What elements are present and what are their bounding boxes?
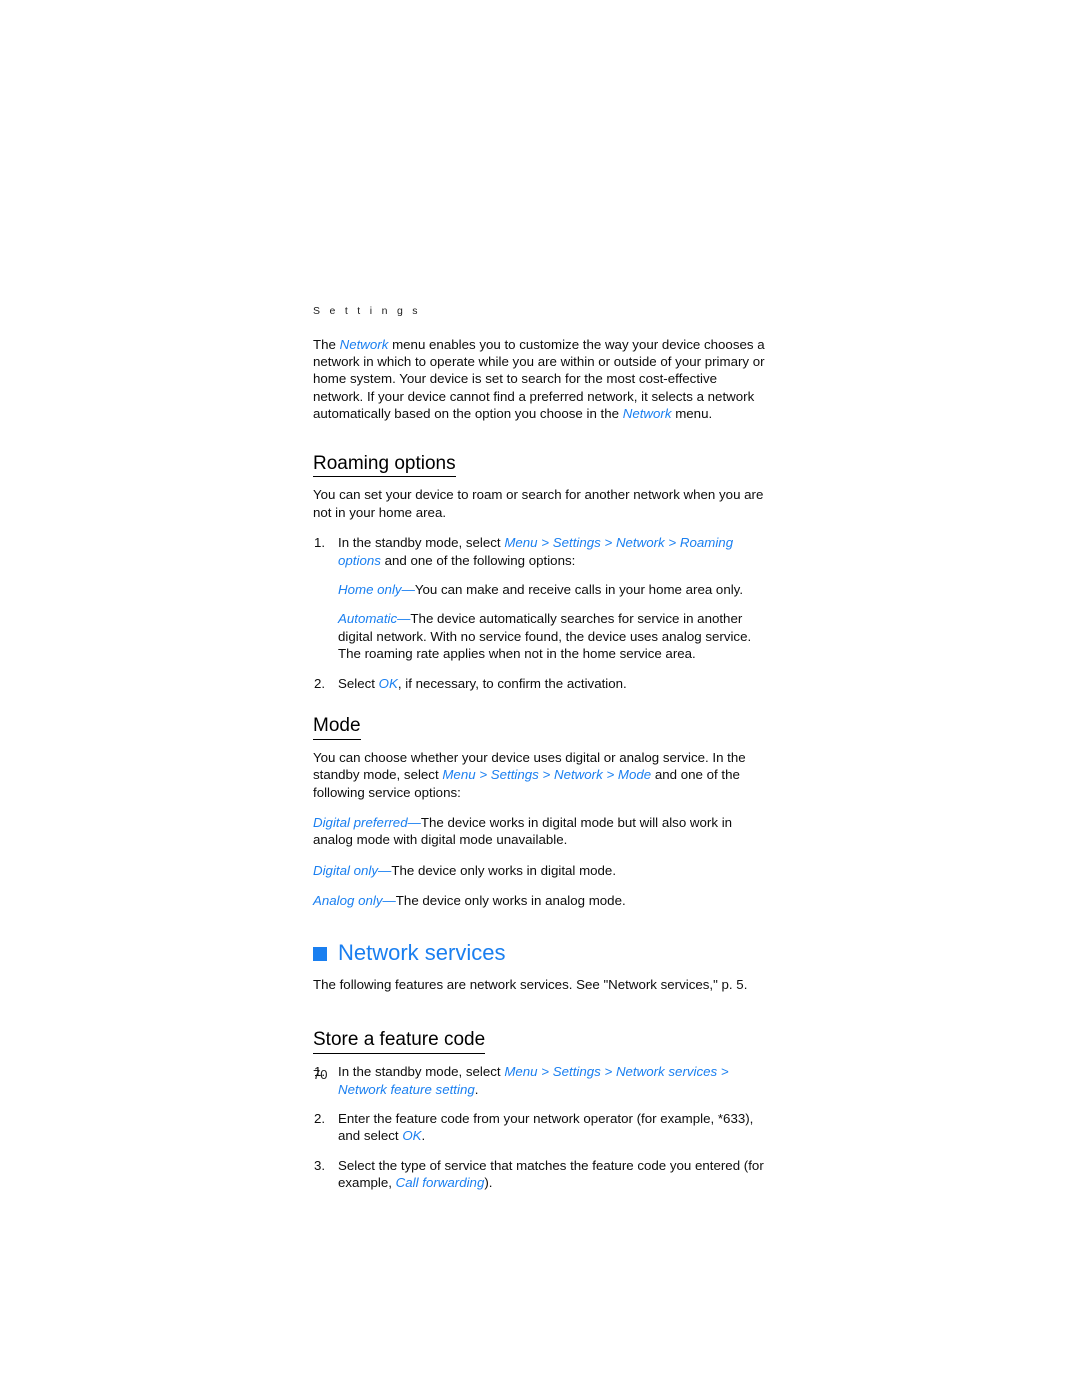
step-text-a: In the standby mode, select [338,535,505,551]
option-term: Analog only [313,893,383,909]
menu-path-settings: Settings [552,535,601,551]
step-text-b: . [421,1128,426,1144]
step-number: 2. [314,675,326,691]
term-ok: OK [402,1128,422,1144]
intro-term-network: Network [339,336,389,352]
option-term: Home only [338,582,402,597]
option-term: Digital preferred [313,815,408,830]
heading-mode: Mode [313,714,361,740]
option-description: You can make and receive calls in your h… [414,582,744,597]
mode-option-digital-preferred: Digital preferred—The device works in di… [313,814,768,849]
menu-path-menu: Menu [442,767,476,783]
roaming-heading-wrap: Roaming options [313,436,768,487]
square-bullet-icon [313,946,327,961]
roaming-option-automatic: Automatic—The device automatically searc… [313,610,768,662]
term-call-forwarding: Call forwarding [395,1175,485,1191]
menu-path-settings: Settings [552,1064,601,1080]
manual-page: S e t t i n g s The Network menu enables… [0,0,1080,1397]
menu-path-menu: Menu [504,1064,538,1080]
chapter-title-text: Network services [338,939,506,965]
intro-term-network-2: Network [622,406,672,422]
page-number: 70 [313,1067,328,1082]
roaming-steps-list-continued: 2. Select OK, if necessary, to confirm th… [313,675,768,692]
step-number: 1. [314,535,326,551]
heading-store-a-feature-code: Store a feature code [313,1028,486,1055]
intro-text-c: menu. [671,406,713,422]
menu-path-network-services: Network services [615,1064,718,1080]
list-item: 3. Select the type of service that matche… [313,1157,768,1192]
roaming-steps-list: 1. In the standby mode, select Menu > Set… [313,534,768,569]
step-number: 3. [314,1157,326,1173]
feature-code-heading-wrap: Store a feature code [313,1006,768,1063]
chapter-heading-network-services: Network services [313,940,768,966]
step-text-b: ). [484,1175,493,1191]
option-term: Digital only [313,862,379,878]
term-ok: OK [378,675,398,691]
option-term: Automatic [338,611,398,627]
menu-path-menu: Menu [504,535,538,551]
list-item: 2. Select OK, if necessary, to confirm th… [313,675,768,692]
mode-option-analog-only: Analog only—The device only works in ana… [313,892,768,909]
list-item: 1. In the standby mode, select Menu > Set… [314,1064,729,1097]
intro-text-a: The [313,336,340,352]
step-text-a: In the standby mode, select [338,1064,505,1080]
step-text-a: Select [338,675,379,691]
mode-intro: You can choose whether your device uses … [313,749,746,800]
menu-path-network-feature-setting: Network feature setting [338,1081,475,1097]
running-header: S e t t i n g s [313,305,421,317]
page-content: S e t t i n g s The Network menu enables… [313,305,768,1192]
step-text-b: , if necessary, to confirm the activatio… [397,675,627,691]
option-description: The device only works in analog mode. [395,893,626,909]
intro-paragraph: The Network menu enables you to customiz… [313,336,768,423]
heading-roaming-options: Roaming options [313,452,456,478]
network-services-intro: The following features are network servi… [313,977,748,993]
option-description: The device only works in digital mode. [391,862,617,878]
step-text-b: and one of the following options: [380,552,576,568]
feature-code-steps-list: 1. In the standby mode, select Menu > Set… [313,1063,768,1191]
menu-path-network: Network [615,535,665,551]
menu-path-network: Network [553,767,603,783]
roaming-intro: You can set your device to roam or searc… [313,487,764,520]
mode-option-digital-only: Digital only—The device only works in di… [313,862,768,879]
list-item: 1. In the standby mode, select Menu > Set… [314,535,734,568]
list-item: 2. Enter the feature code from your netwo… [313,1110,768,1145]
menu-path-mode: Mode [617,767,652,783]
step-text-a: Enter the feature code from your network… [338,1110,754,1144]
option-dash: — [378,862,392,878]
step-text-b: . [474,1081,479,1097]
menu-path-settings: Settings [490,767,539,783]
option-dash: — [401,582,415,597]
option-dash: — [407,815,421,830]
option-dash: — [397,611,411,627]
option-dash: — [382,893,396,909]
mode-heading-wrap: Mode [313,692,768,749]
step-number: 2. [314,1110,326,1126]
roaming-option-home-only: Home only—You can make and receive calls… [313,581,768,598]
